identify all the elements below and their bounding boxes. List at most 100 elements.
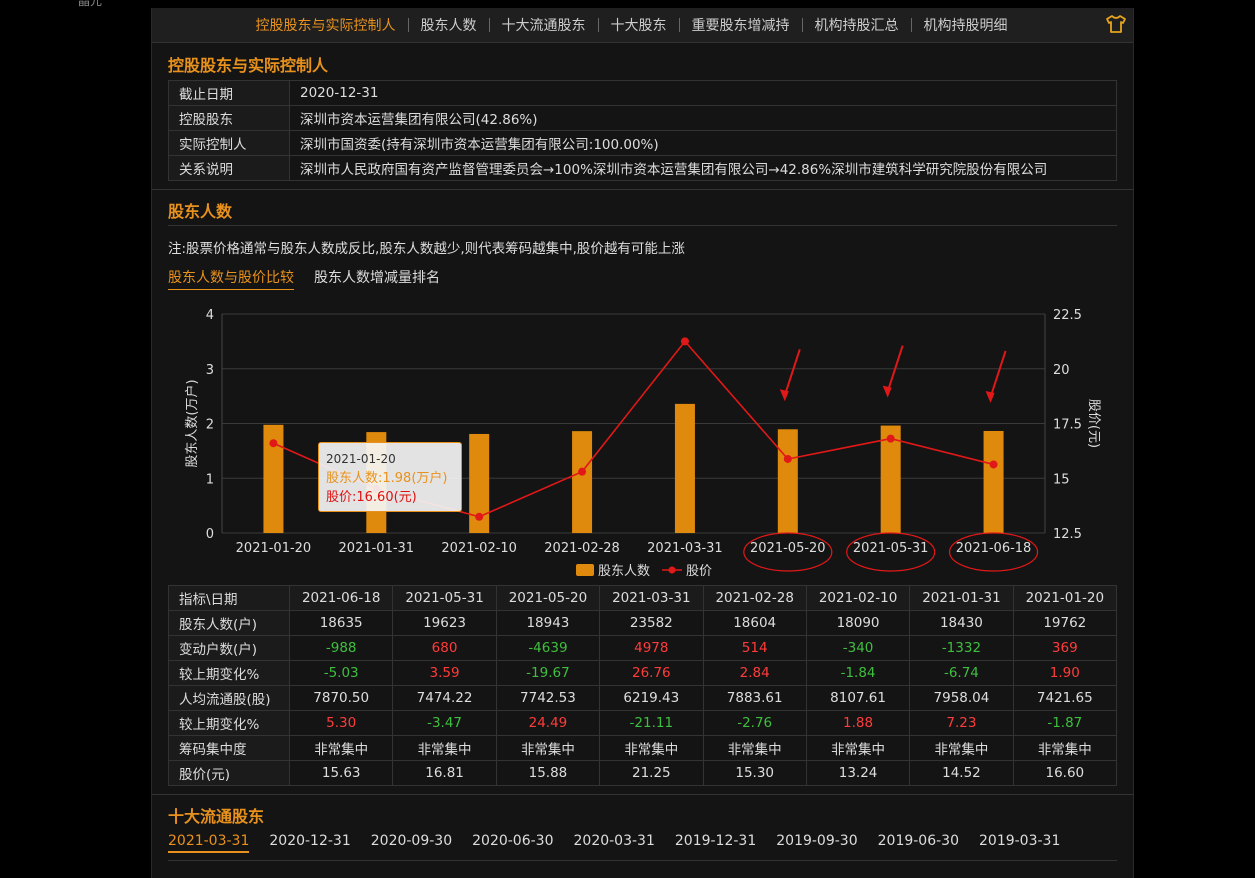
- table-cell: -1.84: [805, 660, 911, 686]
- y-tick-label: 3: [206, 363, 214, 378]
- table-row: 较上期变化% 5.30 -3.47 24.49 -21.11 -2.76 1.88 7.23-…: [168, 710, 1118, 736]
- y-tick-label: 1: [206, 472, 214, 487]
- nav-item[interactable]: 控股股东与实际控制人: [244, 15, 408, 35]
- control-value: 深圳市国资委(持有深圳市资本运营集团有限公司:100.00%): [289, 130, 1117, 156]
- table-row: 较上期变化% -5.03 3.59 -19.67 26.76 2.84 -1.84 -6.74…: [168, 660, 1118, 686]
- table-cell: -1.87: [1012, 710, 1118, 736]
- table-cell: 18635: [288, 610, 394, 636]
- tooltip-date: 2021-01-20: [326, 452, 396, 466]
- control-label: 实际控制人: [168, 130, 290, 156]
- nav-item[interactable]: 机构持股明细: [912, 15, 1020, 35]
- table-cell: -1332: [909, 635, 1014, 661]
- price-point: [989, 460, 998, 469]
- section-divider: [152, 189, 1133, 190]
- price-point: [783, 454, 792, 463]
- price-point: [475, 512, 484, 521]
- bar: [983, 430, 1004, 533]
- table-cell: 4978: [599, 635, 704, 661]
- table-cell: -3.47: [392, 710, 497, 736]
- date-tab[interactable]: 2020-06-30: [472, 833, 553, 853]
- date-tabs-underline: [168, 860, 1117, 861]
- table-cell: 7958.04: [909, 685, 1014, 711]
- date-tab[interactable]: 2019-12-31: [675, 833, 756, 853]
- table-row: 人均流通股(股) 7870.50 7474.22 7742.53 6219.43 7883…: [168, 685, 1118, 711]
- table-header-cell: 2021-03-31: [599, 585, 704, 611]
- row-label: 人均流通股(股): [168, 685, 290, 711]
- date-tab[interactable]: 2021-03-31: [168, 833, 250, 853]
- table-header-cell: 2021-05-31: [392, 585, 497, 611]
- tab-holders-vs-price[interactable]: 股东人数与股价比较: [168, 267, 294, 290]
- table-cell: 非常集中: [702, 735, 807, 761]
- table-cell: 7870.50: [288, 685, 394, 711]
- shirt-icon[interactable]: [1105, 14, 1127, 34]
- table-header-cell: 指标\日期: [168, 585, 290, 611]
- price-point: [269, 439, 278, 448]
- nav-item[interactable]: 十大股东: [599, 15, 679, 35]
- table-cell: 非常集中: [1012, 735, 1118, 761]
- table-header-cell: 2021-01-31: [909, 585, 1014, 611]
- table-cell: -4639: [495, 635, 601, 661]
- bar: [777, 429, 798, 533]
- table-cell: 非常集中: [288, 735, 394, 761]
- table-cell: -21.11: [599, 710, 704, 736]
- holders-price-chart: 0 1 2 3 4 12.5 15 17.5 20 22.5 股东人数(万户) 股价(元) 2021-0…: [184, 308, 1101, 579]
- table-cell: 3.59: [392, 660, 497, 686]
- nav-item[interactable]: 股东人数: [409, 15, 489, 35]
- row-label: 较上期变化%: [168, 660, 290, 686]
- table-header-cell: 2021-02-10: [805, 585, 911, 611]
- table-cell: 18430: [909, 610, 1014, 636]
- bar: [674, 403, 695, 533]
- table-cell: -988: [288, 635, 394, 661]
- table-cell: 24.49: [495, 710, 601, 736]
- top-fragment-text: 晶元: [78, 0, 103, 8]
- table-header-cell: 2021-02-28: [702, 585, 807, 611]
- nav-item[interactable]: 十大流通股东: [490, 15, 598, 35]
- annotation-arrow: [989, 350, 1007, 398]
- table-cell: 7883.61: [702, 685, 807, 711]
- date-tab[interactable]: 2019-03-31: [979, 833, 1060, 853]
- date-tab[interactable]: 2020-09-30: [371, 833, 452, 853]
- table-cell: 非常集中: [495, 735, 601, 761]
- x-tick-label: 2021-03-31: [647, 541, 723, 556]
- y-tick-label: 4: [206, 308, 214, 323]
- table-cell: 18943: [495, 610, 601, 636]
- control-value: 2020-12-31: [289, 80, 1117, 106]
- price-point: [886, 434, 895, 443]
- control-label: 关系说明: [168, 155, 290, 181]
- control-row: 截止日期 2020-12-31: [168, 80, 1117, 106]
- table-cell: -2.76: [702, 710, 807, 736]
- table-header-cell: 2021-01-20: [1012, 585, 1118, 611]
- tooltip-price: 股价:16.60(元): [326, 490, 417, 505]
- nav-item[interactable]: 重要股东增减持: [680, 15, 802, 35]
- date-tab[interactable]: 2020-12-31: [269, 833, 350, 853]
- row-label: 股价(元): [168, 760, 290, 786]
- tab-holders-ranking[interactable]: 股东人数增减量排名: [314, 267, 440, 287]
- control-value: 深圳市人民政府国有资产监督管理委员会→100%深圳市资本运营集团有限公司→42.…: [289, 155, 1117, 181]
- y-tick-label: 2: [206, 418, 214, 433]
- bar: [572, 431, 593, 533]
- table-cell: 7421.65: [1012, 685, 1118, 711]
- section-nav: 控股股东与实际控制人 股东人数 十大流通股东 十大股东 重要股东增减持 机构持股汇总 机构持…: [152, 8, 1133, 43]
- table-row: 筹码集中度 非常集中 非常集中 非常集中 非常集中 非常集中 非常集中 非常集中 非常集中: [168, 735, 1118, 761]
- table-cell: 18604: [702, 610, 807, 636]
- control-row: 关系说明 深圳市人民政府国有资产监督管理委员会→100%深圳市资本运营集团有限公司…: [168, 155, 1117, 181]
- tooltip-holders: 股东人数:1.98(万户): [326, 471, 448, 486]
- date-tab[interactable]: 2019-06-30: [878, 833, 959, 853]
- table-cell: 514: [702, 635, 807, 661]
- date-tab[interactable]: 2020-03-31: [574, 833, 655, 853]
- table-cell: 369: [1012, 635, 1118, 661]
- control-section-title: 控股股东与实际控制人: [168, 56, 329, 75]
- table-row: 股东人数(户) 18635 19623 18943 23582 18604 18090 184…: [168, 610, 1118, 636]
- date-tab[interactable]: 2019-09-30: [776, 833, 857, 853]
- table-cell: 非常集中: [392, 735, 497, 761]
- nav-item[interactable]: 机构持股汇总: [803, 15, 911, 35]
- table-cell: 7742.53: [495, 685, 601, 711]
- y2-tick-label: 17.5: [1053, 418, 1082, 433]
- table-cell: 21.25: [599, 760, 704, 786]
- table-cell: 6219.43: [599, 685, 704, 711]
- table-cell: 15.88: [495, 760, 601, 786]
- annotation-arrowhead: [985, 390, 995, 403]
- y-tick-label: 0: [206, 527, 214, 542]
- table-cell: -5.03: [288, 660, 394, 686]
- table-cell: 19762: [1012, 610, 1118, 636]
